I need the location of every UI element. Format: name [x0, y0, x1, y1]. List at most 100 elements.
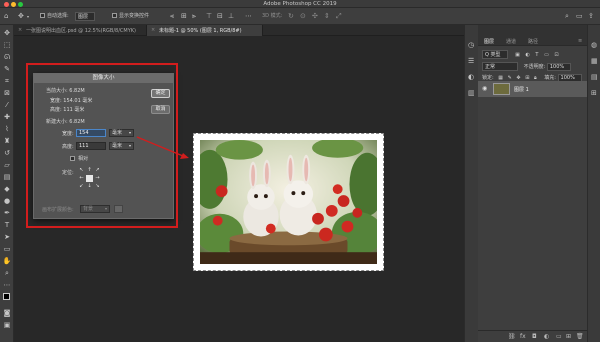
link-layers-icon[interactable]: ⛓ [508, 333, 516, 340]
tab-document-1[interactable]: × 一张图说明出血区.psd @ 12.5%(RGB/8/CMYK) [14, 25, 147, 36]
tab-label: 一张图说明出血区.psd @ 12.5%(RGB/8/CMYK) [26, 28, 136, 34]
panel-tabs: 图层 通道 路径 ≡ [478, 36, 587, 46]
layer-thumbnail [493, 83, 510, 95]
healing-brush-tool-icon[interactable]: ✚ [2, 112, 12, 122]
document-artwork [200, 140, 377, 264]
marquee-tool-icon[interactable]: ⬚ [2, 40, 12, 50]
align-top-icon[interactable]: ⊤ [206, 13, 212, 20]
properties-panel-icon[interactable]: ☰ [468, 57, 474, 65]
close-tab-icon[interactable]: × [151, 27, 155, 33]
visibility-eye-icon[interactable]: ◉ [482, 85, 487, 92]
workspace-icon[interactable]: ▭ [576, 13, 583, 20]
panel-menu-icon[interactable]: ≡ [578, 38, 582, 44]
swatches-panel-icon[interactable]: ▦ [591, 57, 598, 65]
eyedropper-tool-icon[interactable]: ⁄ [2, 100, 12, 110]
clone-stamp-tool-icon[interactable]: ♜ [2, 136, 12, 146]
distribute-icon[interactable]: ⋯ [245, 13, 252, 20]
auto-select-option[interactable]: 自动选择: [40, 12, 69, 19]
color-panel-icon[interactable]: ◍ [591, 41, 597, 49]
tab-document-2[interactable]: × 未标题-1 @ 50% (图层 1, RGB/8#) [147, 25, 263, 36]
history-panel-icon[interactable]: ◷ [468, 41, 474, 49]
auto-select-dropdown[interactable]: 图层 [75, 12, 96, 21]
auto-select-value: 图层 [75, 12, 96, 21]
path-select-tool-icon[interactable]: ➤ [2, 232, 12, 242]
zoom-tool-icon[interactable]: ⌕ [2, 268, 12, 278]
scale-3d-icon[interactable]: ⤢ [336, 13, 342, 20]
history-brush-tool-icon[interactable]: ↺ [2, 148, 12, 158]
tab-layers[interactable]: 图层 [484, 38, 494, 45]
layer-style-icon[interactable]: fx [520, 333, 526, 340]
opacity-input[interactable]: 100% [546, 63, 572, 71]
hand-tool-icon[interactable]: ✋ [2, 256, 12, 266]
filter-pixel-icon[interactable]: ▣ [515, 52, 520, 58]
layers-panel: 图层 通道 路径 ≡ Q 类型 ▣ ◐ T ▭ ⊡ 正常 不透明度: 100% … [478, 36, 587, 342]
show-transform-label: 显示变换控件 [119, 13, 150, 19]
roll-3d-icon[interactable]: ⊙ [300, 13, 306, 20]
rotate-3d-icon[interactable]: ↻ [288, 13, 294, 20]
rectangle-tool-icon[interactable]: ▭ [2, 244, 12, 254]
blur-tool-icon[interactable]: ◆ [2, 184, 12, 194]
delete-layer-icon[interactable]: 🗑︎ [576, 333, 584, 340]
align-center-icon[interactable]: ⊞ [181, 13, 187, 20]
title-bar: Adobe Photoshop CC 2019 [0, 0, 600, 8]
adjustment-layer-icon[interactable]: ◐ [544, 333, 549, 340]
filter-smart-icon[interactable]: ⊡ [554, 52, 558, 58]
home-icon[interactable]: ⌂ [4, 13, 8, 20]
new-layer-icon[interactable]: ⊞ [566, 333, 571, 340]
screen-mode-icon[interactable]: ▣ [2, 320, 12, 330]
new-group-icon[interactable]: ▭ [556, 333, 562, 340]
filter-type-icon[interactable]: T [535, 52, 538, 58]
slide-3d-icon[interactable]: ⇕ [324, 13, 330, 20]
chevron-down-icon[interactable]: ▾ [27, 13, 29, 20]
auto-select-checkbox[interactable] [40, 13, 45, 18]
move-tool-icon[interactable]: ✥ [18, 13, 24, 20]
blend-mode-select[interactable]: 正常 [482, 62, 518, 71]
share-icon[interactable]: ⇪ [588, 13, 594, 20]
align-bottom-icon[interactable]: ⊥ [228, 13, 234, 20]
search-icon[interactable]: ⌕ [565, 13, 569, 20]
frame-tool-icon[interactable]: ⊠ [2, 88, 12, 98]
close-tab-icon[interactable]: × [18, 27, 22, 33]
quick-select-tool-icon[interactable]: ✎ [2, 64, 12, 74]
document-tabs: × 一张图说明出血区.psd @ 12.5%(RGB/8/CMYK) × 未标题… [14, 25, 464, 36]
gradient-tool-icon[interactable]: ▤ [2, 172, 12, 182]
dodge-tool-icon[interactable]: ● [2, 196, 12, 206]
align-right-icon[interactable]: ⫸ [192, 13, 196, 20]
pen-tool-icon[interactable]: ✒ [2, 208, 12, 218]
layer-name: 图层 1 [514, 87, 529, 93]
highlight-frame [26, 63, 178, 228]
patterns-panel-icon[interactable]: ⊞ [591, 89, 597, 97]
adjustments-panel-icon[interactable]: ◐ [468, 73, 474, 81]
show-transform-checkbox[interactable] [112, 13, 117, 18]
crop-tool-icon[interactable]: ⌗ [2, 76, 12, 86]
type-tool-icon[interactable]: T [2, 220, 12, 230]
layer-filter-row: Q 类型 ▣ ◐ T ▭ ⊡ [482, 50, 559, 59]
filter-adjust-icon[interactable]: ◐ [525, 52, 529, 58]
lasso-tool-icon[interactable]: ᘏ [2, 52, 12, 62]
gradient-panel-icon[interactable]: ▤ [591, 73, 598, 81]
options-bar: ⌂ ✥ ▾ 自动选择: 图层 显示变换控件 ⫷ ⊞ ⫸ ⊤ ⊟ ⊥ ⋯ 3D 模… [0, 8, 600, 25]
auto-select-label: 自动选择: [47, 13, 69, 19]
more-tools-icon[interactable]: ⋯ [2, 280, 12, 290]
right-panel-dock: ◍ ▦ ▤ ⊞ [587, 25, 600, 342]
drag-3d-icon[interactable]: ✣ [312, 13, 318, 20]
tab-channels[interactable]: 通道 [506, 38, 516, 45]
layers-panel-footer: ⛓ fx ◘ ◐ ▭ ⊞ 🗑︎ [478, 330, 587, 342]
brush-tool-icon[interactable]: ⌇ [2, 124, 12, 134]
layer-row[interactable]: ◉ 图层 1 [478, 81, 587, 97]
eraser-tool-icon[interactable]: ▱ [2, 160, 12, 170]
layer-mask-icon[interactable]: ◘ [532, 333, 537, 340]
tab-paths[interactable]: 路径 [528, 38, 538, 45]
align-left-icon[interactable]: ⫷ [170, 13, 174, 20]
libraries-panel-icon[interactable]: ▥ [468, 89, 475, 97]
show-transform-option[interactable]: 显示变换控件 [112, 12, 149, 19]
align-middle-icon[interactable]: ⊟ [217, 13, 223, 20]
foreground-color-swatch[interactable] [3, 293, 10, 300]
quick-mask-icon[interactable]: ◙ [2, 308, 12, 318]
collapsed-panels: ◷ ☰ ◐ ▥ [464, 25, 478, 342]
opacity-label: 不透明度: [523, 64, 546, 70]
document-canvas[interactable] [193, 133, 384, 271]
filter-shape-icon[interactable]: ▭ [544, 52, 549, 58]
layer-filter-select[interactable]: Q 类型 [482, 50, 508, 59]
move-tool-icon[interactable]: ✥ [2, 28, 12, 38]
